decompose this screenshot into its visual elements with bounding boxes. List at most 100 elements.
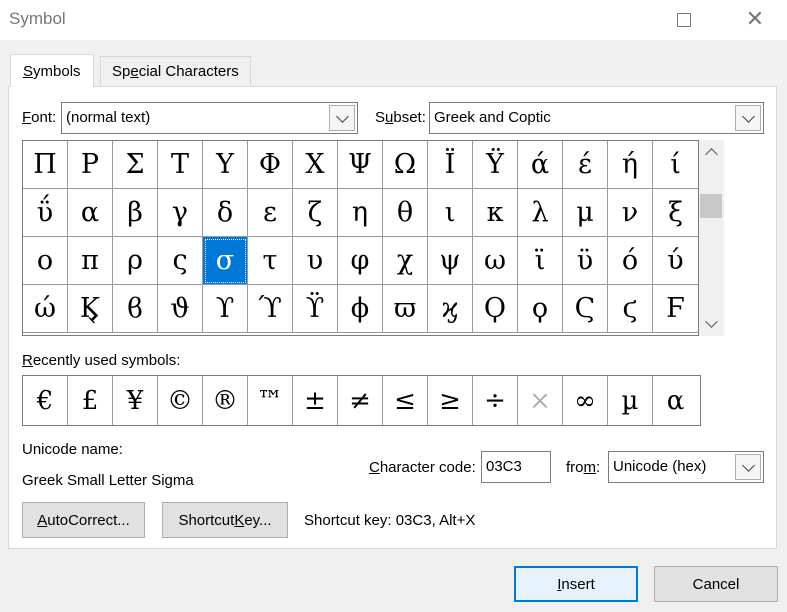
recent-symbol-cell[interactable]: × — [518, 376, 563, 425]
recent-symbol-cell[interactable]: € — [23, 376, 68, 425]
tab-symbols[interactable]: Symbols — [10, 54, 94, 87]
symbol-cell[interactable]: ι — [428, 189, 473, 237]
from-dropdown-button[interactable] — [735, 454, 761, 480]
symbol-cell[interactable]: Ψ — [338, 141, 383, 189]
symbol-cell[interactable]: ϗ — [428, 285, 473, 333]
symbol-cell[interactable]: Ϝ — [653, 285, 698, 333]
symbol-cell[interactable]: Ϛ — [563, 285, 608, 333]
from-dropdown[interactable]: Unicode (hex) — [608, 451, 764, 483]
symbol-cell[interactable]: ω — [473, 237, 518, 285]
symbol-cell[interactable]: ς — [158, 237, 203, 285]
symbol-cell[interactable]: ϙ — [518, 285, 563, 333]
symbol-scrollbar[interactable] — [699, 140, 724, 336]
symbol-cell[interactable]: ϖ — [383, 285, 428, 333]
symbol-cell[interactable]: Υ — [203, 141, 248, 189]
symbol-cell[interactable]: Ϙ — [473, 285, 518, 333]
symbol-cell[interactable]: ά — [518, 141, 563, 189]
symbol-cell[interactable]: Χ — [293, 141, 338, 189]
symbol-cell[interactable]: μ — [563, 189, 608, 237]
recent-symbol-cell[interactable]: ∞ — [563, 376, 608, 425]
close-button[interactable]: ✕ — [732, 4, 778, 36]
cancel-button[interactable]: Cancel — [654, 566, 778, 602]
symbol-cell[interactable]: ϊ — [518, 237, 563, 285]
symbol-cell[interactable]: ν — [608, 189, 653, 237]
symbol-cell[interactable]: ϐ — [113, 285, 158, 333]
symbol-cell[interactable]: ο — [23, 237, 68, 285]
shortcut-key-button[interactable]: Shortcut Key... — [162, 502, 288, 538]
symbol-cell[interactable]: θ — [383, 189, 428, 237]
symbol-cell[interactable]: ί — [653, 141, 698, 189]
symbol-cell[interactable]: Σ — [113, 141, 158, 189]
recent-symbol-cell[interactable]: ® — [203, 376, 248, 425]
recent-symbol-cell[interactable]: ≤ — [383, 376, 428, 425]
symbol-cell[interactable]: ϒ — [203, 285, 248, 333]
symbol-cell[interactable]: υ — [293, 237, 338, 285]
maximize-icon — [677, 13, 691, 27]
symbol-cell[interactable]: ε — [248, 189, 293, 237]
symbol-cell[interactable]: π — [68, 237, 113, 285]
symbol-cell[interactable]: Ϊ — [428, 141, 473, 189]
symbol-cell[interactable]: τ — [248, 237, 293, 285]
symbol-cell[interactable]: έ — [563, 141, 608, 189]
symbol-cell[interactable]: Φ — [248, 141, 293, 189]
recent-symbol-cell[interactable]: ≥ — [428, 376, 473, 425]
autocorrect-button[interactable]: AutoCorrect... — [22, 502, 145, 538]
symbol-cell[interactable]: ϕ — [338, 285, 383, 333]
font-dropdown-button[interactable] — [329, 105, 355, 131]
scroll-up-button[interactable] — [699, 142, 724, 162]
symbol-cell[interactable]: Ω — [383, 141, 428, 189]
symbol-cell[interactable]: η — [338, 189, 383, 237]
symbol-cell[interactable]: κ — [473, 189, 518, 237]
recent-symbol-cell[interactable]: © — [158, 376, 203, 425]
symbol-cell[interactable]: ΰ — [23, 189, 68, 237]
recent-symbol-cell[interactable]: ¥ — [113, 376, 158, 425]
symbol-cell[interactable]: ώ — [23, 285, 68, 333]
recent-symbol-cell[interactable]: ± — [293, 376, 338, 425]
symbol-cell[interactable]: ϛ — [608, 285, 653, 333]
title-bar: Symbol ✕ — [0, 0, 787, 40]
symbol-cell[interactable]: χ — [383, 237, 428, 285]
font-dropdown[interactable]: (normal text) — [61, 102, 358, 134]
symbol-cell[interactable]: Τ — [158, 141, 203, 189]
character-code-input[interactable]: 03C3 — [481, 451, 551, 483]
symbol-cell[interactable]: Ρ — [68, 141, 113, 189]
recent-symbols[interactable]: € £ ¥ © ® ™ ± ≠ ≤ ≥ ÷ × ∞ µ α — [22, 375, 701, 426]
symbol-cell[interactable]: ξ — [653, 189, 698, 237]
symbol-cell[interactable]: ζ — [293, 189, 338, 237]
recent-symbol-cell[interactable]: ÷ — [473, 376, 518, 425]
recent-symbol-cell[interactable]: ≠ — [338, 376, 383, 425]
unicode-name-value: Greek Small Letter Sigma — [22, 472, 194, 489]
symbol-cell[interactable]: Ϋ — [473, 141, 518, 189]
symbol-cell[interactable]: λ — [518, 189, 563, 237]
symbol-cell[interactable]: α — [68, 189, 113, 237]
symbol-cell[interactable]: ό — [608, 237, 653, 285]
symbol-cell[interactable]: σ — [203, 237, 248, 285]
recent-symbol-cell[interactable]: £ — [68, 376, 113, 425]
symbol-cell[interactable]: φ — [338, 237, 383, 285]
symbol-grid[interactable]: ΠΡΣΤΥΦΧΨΩΪΫάέήί ΰαβγδεζηθικλμνξ οπρςστυφχψ… — [22, 140, 699, 336]
symbol-cell[interactable]: Π — [23, 141, 68, 189]
symbol-cell[interactable]: ϓ — [248, 285, 293, 333]
scroll-thumb[interactable] — [700, 194, 722, 218]
subset-dropdown-button[interactable] — [735, 105, 761, 131]
symbol-cell[interactable]: ή — [608, 141, 653, 189]
symbol-cell[interactable]: β — [113, 189, 158, 237]
recent-symbol-cell[interactable]: µ — [608, 376, 653, 425]
tab-special-characters[interactable]: Sp e cial Characters — [100, 56, 251, 86]
symbol-cell[interactable]: Ϗ — [68, 285, 113, 333]
symbol-cell[interactable]: ϋ — [563, 237, 608, 285]
scroll-down-button[interactable] — [699, 314, 724, 334]
maximize-button[interactable] — [661, 4, 707, 36]
symbol-cell[interactable]: ϔ — [293, 285, 338, 333]
unicode-name-label: Unicode name: — [22, 441, 123, 458]
symbol-cell[interactable]: ϑ — [158, 285, 203, 333]
symbol-cell[interactable]: ρ — [113, 237, 158, 285]
symbol-cell[interactable]: γ — [158, 189, 203, 237]
symbol-cell[interactable]: δ — [203, 189, 248, 237]
symbol-cell[interactable]: ψ — [428, 237, 473, 285]
recent-symbol-cell[interactable]: α — [653, 376, 698, 425]
symbol-cell[interactable]: ύ — [653, 237, 698, 285]
recent-symbol-cell[interactable]: ™ — [248, 376, 293, 425]
insert-button[interactable]: Insert — [514, 566, 638, 602]
subset-dropdown[interactable]: Greek and Coptic — [429, 102, 764, 134]
